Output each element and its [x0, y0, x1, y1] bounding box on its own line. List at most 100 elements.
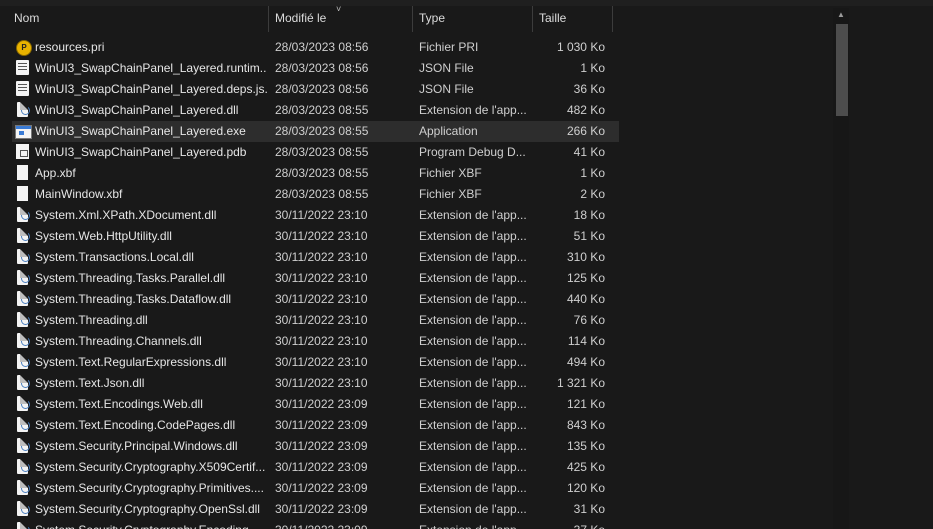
file-name: App.xbf [35, 166, 76, 180]
file-modified-date: 28/03/2023 08:55 [275, 103, 369, 117]
file-modified-date: 30/11/2022 23:09 [275, 397, 368, 411]
file-row[interactable]: System.Xml.XPath.XDocument.dll 30/11/2022… [12, 205, 619, 226]
file-modified-date: 28/03/2023 08:56 [275, 61, 369, 75]
file-modified-date: 28/03/2023 08:56 [275, 82, 369, 96]
file-row[interactable]: System.Web.HttpUtility.dll 30/11/2022 23:… [12, 226, 619, 247]
file-modified-date: 30/11/2022 23:09 [275, 520, 411, 529]
file-type: Extension de l'app... [419, 355, 527, 369]
file-row[interactable]: Presources.pri 28/03/2023 08:56 Fichier PR… [12, 37, 619, 58]
file-name: WinUI3_SwapChainPanel_Layered.runtim... [35, 61, 267, 75]
file-row[interactable]: System.Threading.Tasks.Dataflow.dll 30/11… [12, 289, 619, 310]
file-size: 121 Ko [566, 397, 605, 411]
scroll-up-arrow-icon[interactable]: ▲ [833, 8, 849, 22]
file-size: 1 Ko [580, 61, 605, 75]
column-divider[interactable] [268, 6, 269, 32]
file-row[interactable]: System.Security.Cryptography.Encoding...… [12, 520, 619, 529]
file-row[interactable]: System.Threading.Tasks.Parallel.dll 30/11… [12, 268, 619, 289]
file-name: System.Text.Json.dll [35, 376, 145, 390]
file-name: System.Threading.Channels.dll [35, 334, 202, 348]
file-modified-date: 30/11/2022 23:10 [275, 208, 368, 222]
file-row[interactable]: App.xbf 28/03/2023 08:55 Fichier XBF 1 Ko [12, 163, 619, 184]
file-name: WinUI3_SwapChainPanel_Layered.pdb [35, 145, 247, 159]
file-type: Extension de l'app... [419, 292, 527, 306]
column-divider[interactable] [612, 6, 613, 32]
xbf-file-icon [15, 186, 31, 203]
file-size: 1 030 Ko [556, 40, 605, 54]
file-modified-date: 28/03/2023 08:55 [275, 124, 369, 138]
file-modified-date: 30/11/2022 23:10 [275, 313, 368, 327]
json-file-icon [15, 81, 31, 98]
file-row[interactable]: WinUI3_SwapChainPanel_Layered.dll 28/03/2… [12, 100, 619, 121]
file-name: System.Security.Cryptography.Primitives.… [35, 481, 264, 495]
file-row[interactable]: MainWindow.xbf 28/03/2023 08:55 Fichier XB… [12, 184, 619, 205]
file-type: Extension de l'app... [419, 418, 527, 432]
file-type: Extension de l'app... [419, 481, 527, 495]
dll-file-icon [15, 354, 31, 371]
file-modified-date: 30/11/2022 23:10 [275, 250, 368, 264]
file-size: 125 Ko [566, 271, 605, 285]
file-type: JSON File [419, 61, 474, 75]
xbf-file-icon [15, 165, 31, 182]
file-name: WinUI3_SwapChainPanel_Layered.dll [35, 103, 239, 117]
file-size: 266 Ko [566, 124, 605, 138]
file-size: 120 Ko [566, 481, 605, 495]
file-row[interactable]: System.Text.RegularExpressions.dll 30/11/… [12, 352, 619, 373]
file-name: MainWindow.xbf [35, 187, 123, 201]
file-type: Extension de l'app... [419, 397, 527, 411]
file-type: Extension de l'app... [419, 229, 527, 243]
column-divider[interactable] [412, 6, 413, 32]
file-row[interactable]: System.Security.Cryptography.OpenSsl.dll… [12, 499, 619, 520]
file-row[interactable]: WinUI3_SwapChainPanel_Layered.deps.js...… [12, 79, 619, 100]
column-header-modified[interactable]: Modifié le [275, 6, 326, 32]
file-modified-date: 30/11/2022 23:10 [275, 376, 368, 390]
file-modified-date: 30/11/2022 23:10 [275, 334, 368, 348]
file-name: WinUI3_SwapChainPanel_Layered.exe [35, 124, 246, 138]
file-name: System.Transactions.Local.dll [35, 250, 194, 264]
file-name: System.Text.RegularExpressions.dll [35, 355, 227, 369]
vertical-scrollbar[interactable]: ▲ [833, 8, 849, 529]
column-header-name[interactable]: Nom [14, 6, 39, 32]
file-list: Presources.pri 28/03/2023 08:56 Fichier PR… [0, 37, 830, 529]
file-name: System.Text.Encodings.Web.dll [35, 397, 203, 411]
file-name: System.Security.Cryptography.X509Certif.… [35, 460, 266, 474]
dll-file-icon [15, 438, 31, 455]
dll-file-icon [15, 270, 31, 287]
column-divider[interactable] [532, 6, 533, 32]
dll-file-icon [15, 459, 31, 476]
scrollbar-thumb[interactable] [836, 24, 848, 116]
file-row[interactable]: System.Threading.Channels.dll 30/11/2022 … [12, 331, 619, 352]
pri-file-icon: P [15, 39, 32, 56]
file-modified-date: 28/03/2023 08:56 [275, 40, 369, 54]
file-row[interactable]: WinUI3_SwapChainPanel_Layered.pdb 28/03/2… [12, 142, 619, 163]
file-row[interactable]: System.Text.Json.dll 30/11/2022 23:10 Exte… [12, 373, 619, 394]
file-type: Program Debug D... [419, 145, 526, 159]
file-type: Extension de l'app... [419, 250, 527, 264]
file-row[interactable]: System.Security.Cryptography.Primitives.… [12, 478, 619, 499]
file-row[interactable]: System.Transactions.Local.dll 30/11/2022 … [12, 247, 619, 268]
file-type: Extension de l'app... [419, 502, 527, 516]
file-type: Extension de l'app... [419, 334, 527, 348]
column-header-type[interactable]: Type [419, 6, 445, 32]
file-modified-date: 30/11/2022 23:10 [275, 229, 368, 243]
file-name: System.Threading.Tasks.Dataflow.dll [35, 292, 232, 306]
file-row[interactable]: System.Text.Encoding.CodePages.dll 30/11/… [12, 415, 619, 436]
column-header-size[interactable]: Taille [539, 6, 566, 32]
file-row[interactable]: System.Text.Encodings.Web.dll 30/11/2022 … [12, 394, 619, 415]
file-row[interactable]: System.Security.Principal.Windows.dll 30/… [12, 436, 619, 457]
file-name: System.Text.Encoding.CodePages.dll [35, 418, 236, 432]
file-modified-date: 28/03/2023 08:55 [275, 145, 369, 159]
file-type: Extension de l'app... [419, 208, 527, 222]
dll-file-icon [15, 396, 31, 413]
file-type: Fichier PRI [419, 40, 479, 54]
file-row[interactable]: System.Security.Cryptography.X509Certif.… [12, 457, 619, 478]
file-modified-date: 28/03/2023 08:55 [275, 187, 369, 201]
file-name: System.Security.Cryptography.Encoding...… [35, 520, 267, 529]
file-row[interactable]: System.Threading.dll 30/11/2022 23:10 Exte… [12, 310, 619, 331]
file-name: System.Web.HttpUtility.dll [35, 229, 172, 243]
file-modified-date: 28/03/2023 08:55 [275, 166, 369, 180]
file-row[interactable]: WinUI3_SwapChainPanel_Layered.runtim... 2… [12, 58, 619, 79]
file-modified-date: 30/11/2022 23:09 [275, 439, 368, 453]
file-size: 440 Ko [566, 292, 605, 306]
file-row[interactable]: WinUI3_SwapChainPanel_Layered.exe 28/03/2… [12, 121, 619, 142]
file-size: 425 Ko [566, 460, 605, 474]
